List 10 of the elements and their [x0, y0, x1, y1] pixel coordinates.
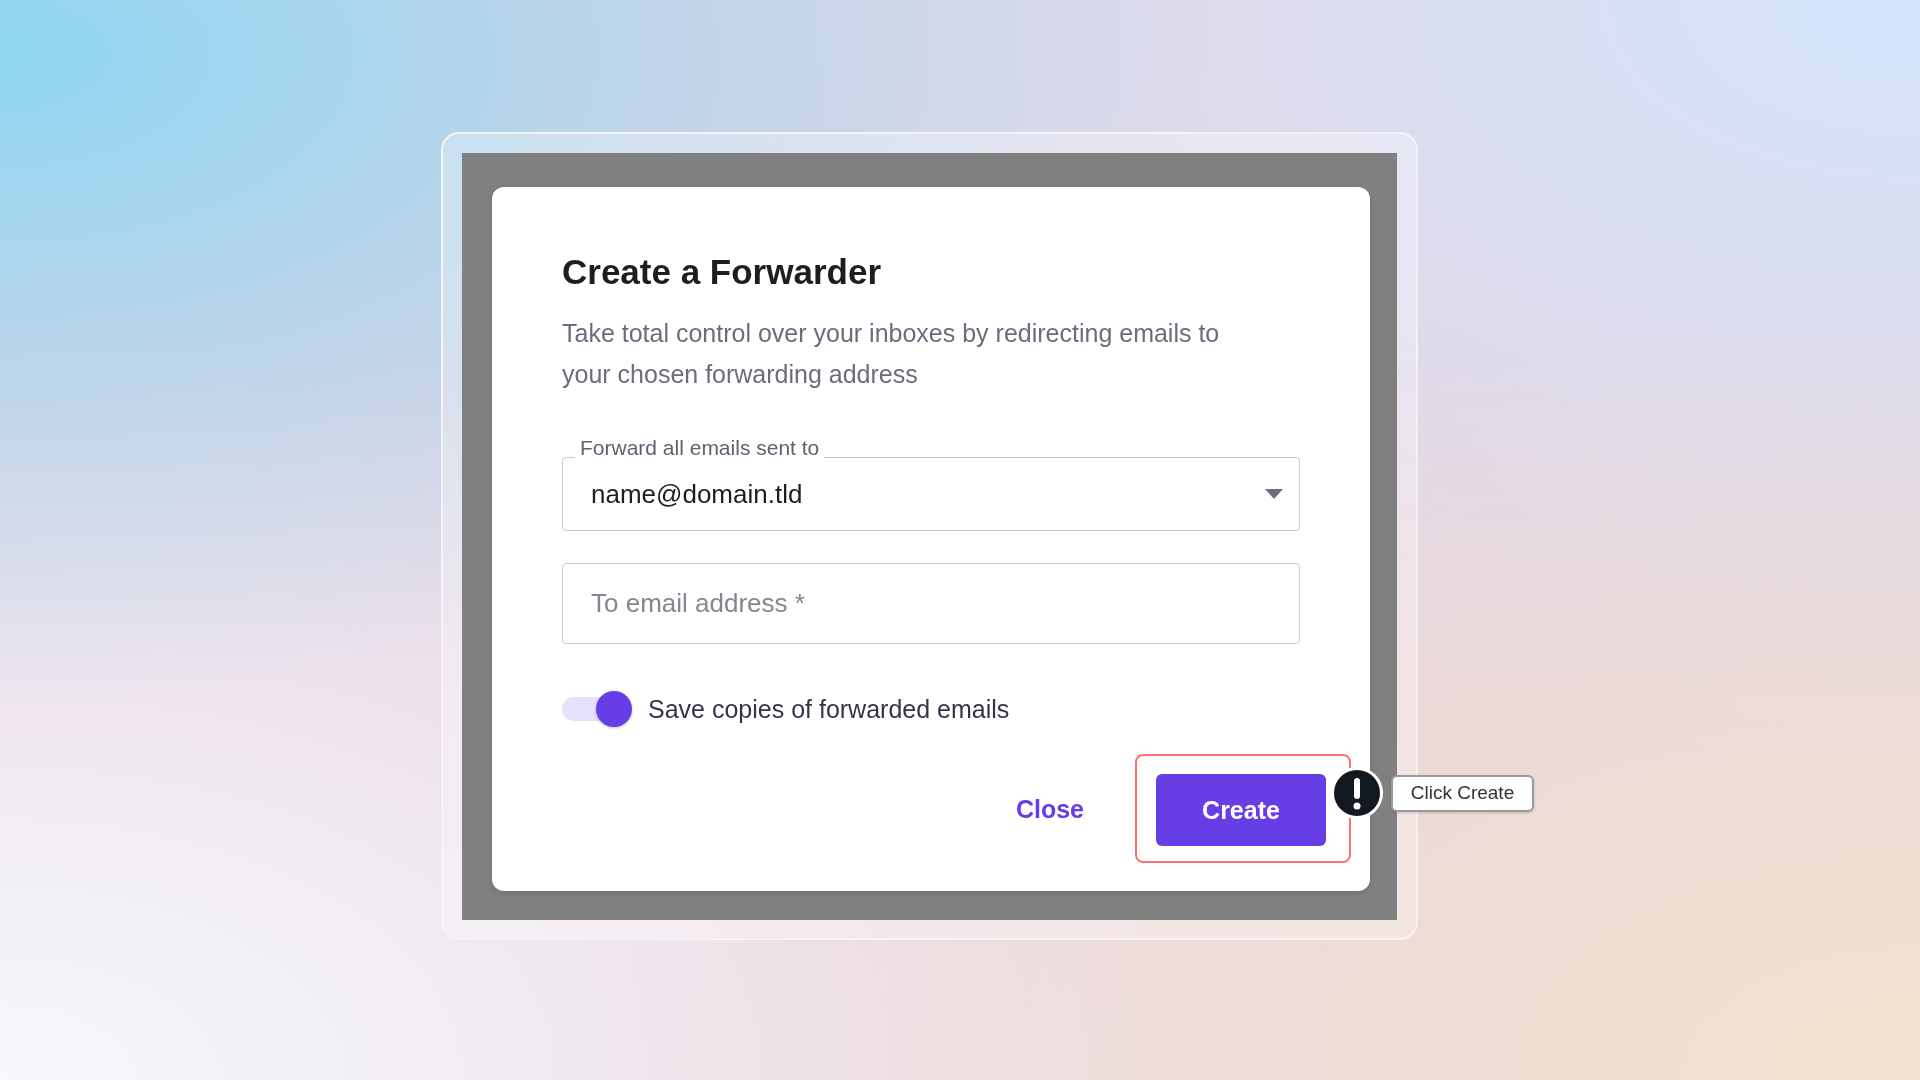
toggle-label: Save copies of forwarded emails: [648, 694, 1010, 724]
caret-icon: [1265, 489, 1283, 499]
close-button[interactable]: Close: [1003, 783, 1096, 834]
create-button[interactable]: Create: [1156, 774, 1326, 846]
tooltip: Click Create: [1391, 775, 1534, 812]
dialog-title: Create a Forwarder: [562, 252, 882, 292]
select-value: name@domain.tld: [591, 478, 803, 510]
dialog-description: Take total control over your inboxes by redirecting emails to your chosen forwarding address: [562, 318, 1221, 390]
toggle-switch[interactable]: [562, 691, 632, 727]
email-input[interactable]: To email address *: [562, 563, 1300, 644]
